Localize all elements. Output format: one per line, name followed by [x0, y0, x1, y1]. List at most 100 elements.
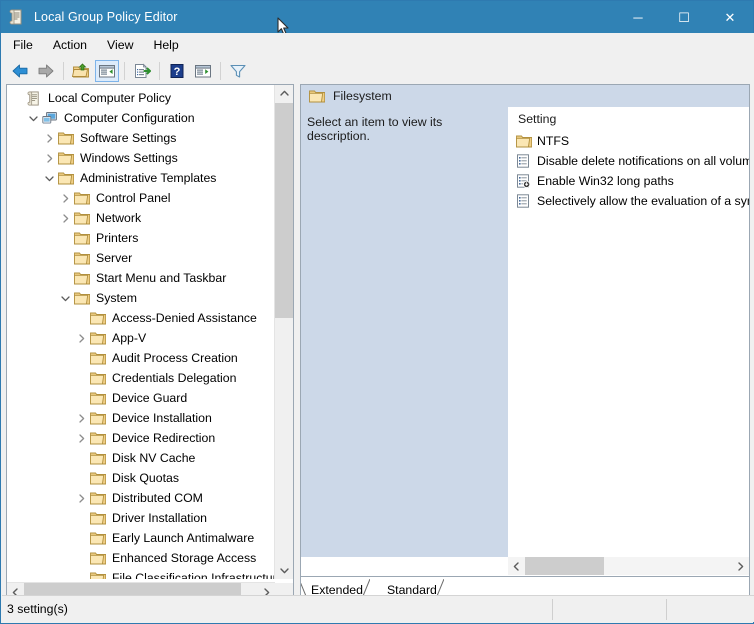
tree-expander-placeholder — [73, 570, 89, 579]
menu-item-view[interactable]: View — [98, 35, 142, 55]
tree-item-access-denied-assistance[interactable]: Access-Denied Assistance — [9, 308, 275, 328]
tree-item-control-panel[interactable]: Control Panel — [9, 188, 275, 208]
list-item[interactable]: Enable Win32 long paths — [508, 171, 749, 191]
chevron-down-icon[interactable] — [41, 170, 57, 186]
tree-item-disk-nv-cache[interactable]: Disk NV Cache — [9, 448, 275, 468]
tree-expander-placeholder — [57, 270, 73, 286]
results-pane-title: Filesystem — [333, 89, 392, 103]
settings-list-horizontal-scrollbar[interactable] — [508, 557, 749, 575]
tree-item-audit-process-creation[interactable]: Audit Process Creation — [9, 348, 275, 368]
folder-icon — [57, 130, 75, 146]
tree-item-network[interactable]: Network — [9, 208, 275, 228]
menu-item-help[interactable]: Help — [144, 35, 187, 55]
forward-button[interactable] — [34, 60, 58, 82]
toolbar: ? — [2, 57, 754, 84]
chevron-down-icon[interactable] — [57, 290, 73, 306]
list-item[interactable]: NTFS — [508, 131, 749, 151]
menu-item-file[interactable]: File — [4, 35, 42, 55]
scroll-left-arrow-icon[interactable] — [508, 557, 525, 575]
tree-item-device-installation[interactable]: Device Installation — [9, 408, 275, 428]
folder-icon — [309, 89, 327, 103]
tree-item-enhanced-storage-access[interactable]: Enhanced Storage Access — [9, 548, 275, 568]
tree-item-computer-configuration[interactable]: Computer Configuration — [9, 108, 275, 128]
tree-item-label: System — [96, 291, 137, 305]
app-window: Local Group Policy Editor ─ ☐ ✕ File Act… — [0, 0, 754, 624]
tree-item-disk-quotas[interactable]: Disk Quotas — [9, 468, 275, 488]
folder-icon — [89, 490, 107, 506]
minimize-button[interactable]: ─ — [615, 1, 661, 33]
tree-item-distributed-com[interactable]: Distributed COM — [9, 488, 275, 508]
tree-item-early-launch-antimalware[interactable]: Early Launch Antimalware — [9, 528, 275, 548]
back-button[interactable] — [8, 60, 32, 82]
chevron-right-icon[interactable] — [57, 210, 73, 226]
scroll-down-arrow-icon[interactable] — [275, 562, 293, 579]
question-mark-icon[interactable]: ? — [165, 60, 189, 82]
tree-item-label: Access-Denied Assistance — [112, 311, 257, 325]
chevron-right-icon[interactable] — [41, 150, 57, 166]
folder-icon — [89, 450, 107, 466]
settings-list-hscroll-thumb[interactable] — [525, 557, 604, 575]
chevron-right-icon[interactable] — [73, 430, 89, 446]
list-item-label: NTFS — [537, 134, 570, 148]
scroll-right-arrow-icon[interactable] — [732, 557, 749, 575]
tree-expander-placeholder — [73, 390, 89, 406]
tree-expander-placeholder — [9, 90, 25, 106]
folder-up-icon[interactable] — [69, 60, 93, 82]
chevron-down-icon[interactable] — [25, 110, 41, 126]
list-item-label: Disable delete notifications on all volu… — [537, 154, 749, 168]
action-pane-icon[interactable] — [191, 60, 215, 82]
tree-item-credentials-delegation[interactable]: Credentials Delegation — [9, 368, 275, 388]
tree-expander-placeholder — [57, 230, 73, 246]
scroll-up-arrow-icon[interactable] — [275, 85, 293, 102]
policy-setting-configured-icon — [516, 173, 534, 189]
toolbar-separator — [159, 61, 160, 80]
tree-item-label: Device Installation — [112, 411, 212, 425]
tree-item-system[interactable]: System — [9, 288, 275, 308]
funnel-filter-icon[interactable] — [226, 60, 250, 82]
chevron-right-icon[interactable] — [41, 130, 57, 146]
tree-item-administrative-templates[interactable]: Administrative Templates — [9, 168, 275, 188]
tree-item-file-classification-infrastructure[interactable]: File Classification Infrastructure — [9, 568, 275, 579]
folder-icon — [73, 250, 91, 266]
description-text: Select an item to view its description. — [307, 115, 443, 143]
folder-icon — [89, 390, 107, 406]
tree-expander-placeholder — [73, 310, 89, 326]
console-tree-icon[interactable] — [95, 59, 119, 82]
client-area: Local Computer Policy Computer Configurat… — [2, 84, 754, 602]
chevron-right-icon[interactable] — [73, 410, 89, 426]
close-button[interactable]: ✕ — [707, 1, 753, 33]
column-header-setting[interactable]: Setting — [508, 112, 556, 126]
tree-item-windows-settings[interactable]: Windows Settings — [9, 148, 275, 168]
export-list-icon[interactable] — [130, 60, 154, 82]
list-item[interactable]: Disable delete notifications on all volu… — [508, 151, 749, 171]
tree-item-driver-installation[interactable]: Driver Installation — [9, 508, 275, 528]
tree-item-start-menu-and-taskbar[interactable]: Start Menu and Taskbar — [9, 268, 275, 288]
tree-item-app-v[interactable]: App-V — [9, 328, 275, 348]
tree-item-label: Software Settings — [80, 131, 177, 145]
tree-item-device-guard[interactable]: Device Guard — [9, 388, 275, 408]
tree-item-local-computer-policy[interactable]: Local Computer Policy — [9, 88, 275, 108]
tree-item-printers[interactable]: Printers — [9, 228, 275, 248]
tree-item-label: App-V — [112, 331, 147, 345]
tree-expander-placeholder — [73, 450, 89, 466]
tree-item-label: Distributed COM — [112, 491, 203, 505]
tree-item-device-redirection[interactable]: Device Redirection — [9, 428, 275, 448]
list-item[interactable]: Selectively allow the evaluation of a sy… — [508, 191, 749, 211]
chevron-right-icon[interactable] — [73, 490, 89, 506]
maximize-button[interactable]: ☐ — [661, 1, 707, 33]
policy-setting-icon — [516, 193, 534, 209]
menu-item-action[interactable]: Action — [44, 35, 96, 55]
status-cell-2 — [553, 596, 666, 623]
tree-item-server[interactable]: Server — [9, 248, 275, 268]
tree-vertical-scrollbar[interactable] — [274, 85, 293, 579]
tree-item-label: Control Panel — [96, 191, 171, 205]
tree-item-software-settings[interactable]: Software Settings — [9, 128, 275, 148]
tree-item-label: Device Redirection — [112, 431, 216, 445]
tree-scroll-thumb[interactable] — [275, 103, 293, 318]
tree-item-label: Early Launch Antimalware — [112, 531, 255, 545]
chevron-right-icon[interactable] — [57, 190, 73, 206]
tree-expander-placeholder — [73, 550, 89, 566]
settings-list-header: Setting — [508, 107, 749, 131]
folder-icon — [57, 170, 75, 186]
chevron-right-icon[interactable] — [73, 330, 89, 346]
